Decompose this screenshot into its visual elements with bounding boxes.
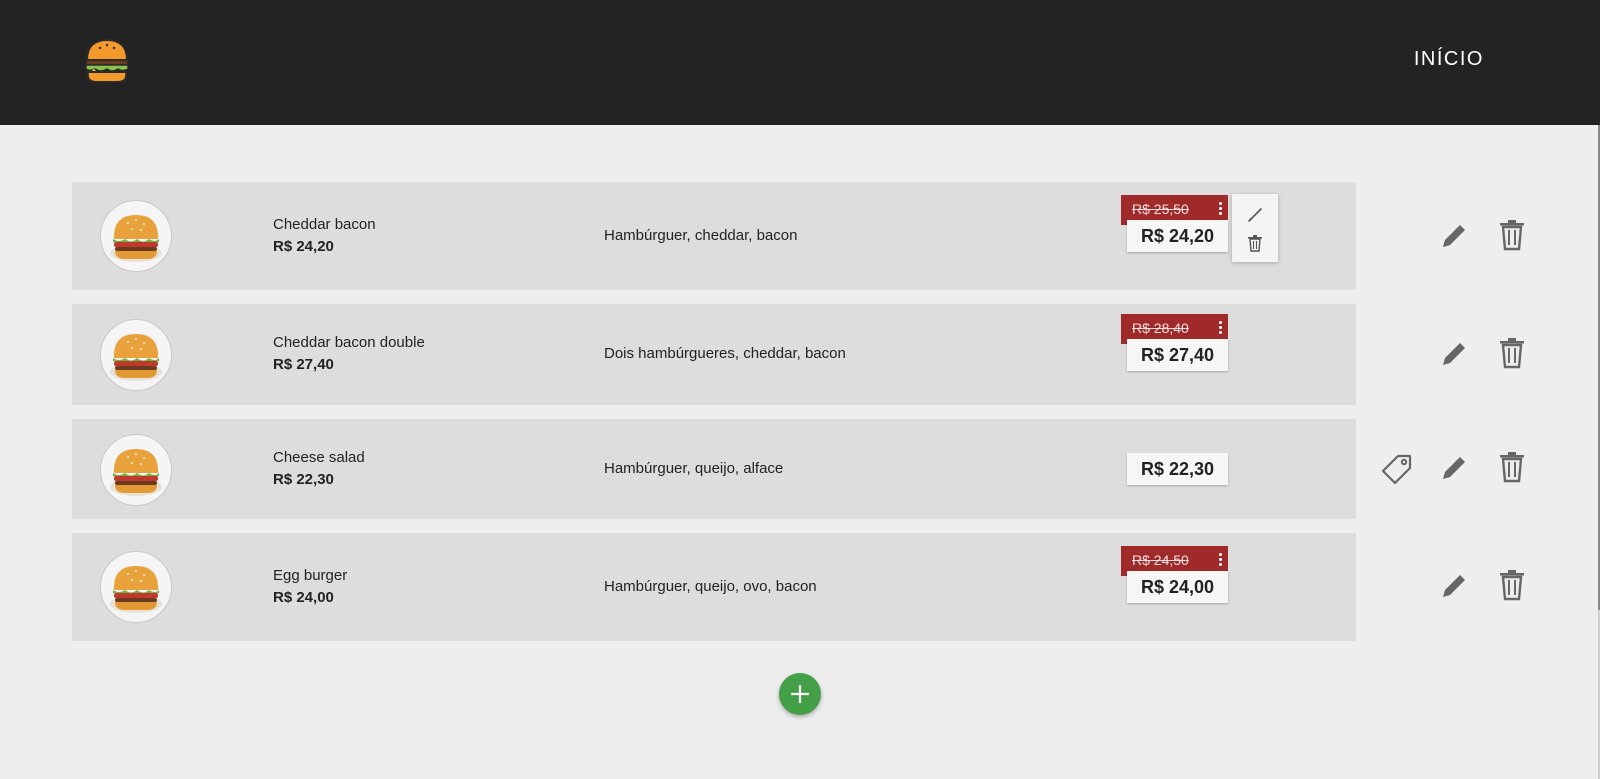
discount-options-menu	[1232, 194, 1278, 262]
price-display: R$ 22,30	[1127, 453, 1228, 485]
price-display: R$ 24,20	[1127, 220, 1228, 252]
product-row: Cheddar bacon R$ 24,20 Hambúrguer, chedd…	[72, 182, 1356, 290]
top-header: INÍCIO	[0, 0, 1600, 125]
product-description: Dois hambúrgueres, cheddar, bacon	[604, 345, 846, 362]
plus-icon	[791, 685, 809, 703]
pencil-icon[interactable]	[1439, 221, 1469, 256]
trash-icon[interactable]	[1498, 337, 1526, 374]
nav-home-link[interactable]: INÍCIO	[1414, 48, 1484, 71]
trash-icon[interactable]	[1498, 569, 1526, 606]
product-price: R$ 27,40	[273, 356, 334, 373]
product-row: Cheese salad R$ 22,30 Hambúrguer, queijo…	[72, 419, 1356, 519]
pencil-icon[interactable]	[1439, 571, 1469, 606]
product-description: Hambúrguer, cheddar, bacon	[604, 227, 798, 244]
delete-discount-icon[interactable]	[1247, 234, 1263, 257]
more-vertical-icon[interactable]	[1216, 200, 1224, 218]
product-name: Cheddar bacon	[273, 216, 376, 233]
tag-icon[interactable]	[1381, 453, 1413, 490]
product-price: R$ 24,20	[273, 238, 334, 255]
product-price: R$ 22,30	[273, 471, 334, 488]
old-price: R$ 25,50	[1132, 201, 1189, 217]
price-display: R$ 27,40	[1127, 339, 1228, 371]
old-price: R$ 28,40	[1132, 320, 1189, 336]
add-product-button[interactable]	[779, 673, 821, 715]
burger-image	[100, 319, 172, 391]
more-vertical-icon[interactable]	[1216, 319, 1224, 337]
product-name: Egg burger	[273, 567, 348, 584]
more-vertical-icon[interactable]	[1216, 551, 1224, 569]
burger-image	[100, 434, 172, 506]
pencil-icon[interactable]	[1439, 453, 1469, 488]
old-price: R$ 24,50	[1132, 552, 1189, 568]
pencil-icon[interactable]	[1439, 339, 1469, 374]
product-name: Cheddar bacon double	[273, 334, 425, 351]
product-price: R$ 24,00	[273, 589, 334, 606]
price-display: R$ 24,00	[1127, 571, 1228, 603]
product-description: Hambúrguer, queijo, ovo, bacon	[604, 578, 817, 595]
edit-discount-icon[interactable]	[1246, 206, 1264, 229]
burger-image	[100, 200, 172, 272]
product-row: Egg burger R$ 24,00 Hambúrguer, queijo, …	[72, 533, 1356, 641]
trash-icon[interactable]	[1498, 219, 1526, 256]
product-row: Cheddar bacon double R$ 27,40 Dois hambú…	[72, 304, 1356, 405]
product-description: Hambúrguer, queijo, alface	[604, 460, 784, 477]
trash-icon[interactable]	[1498, 451, 1526, 488]
burger-image	[100, 551, 172, 623]
product-name: Cheese salad	[273, 449, 365, 466]
burger-logo-icon[interactable]	[82, 36, 132, 86]
